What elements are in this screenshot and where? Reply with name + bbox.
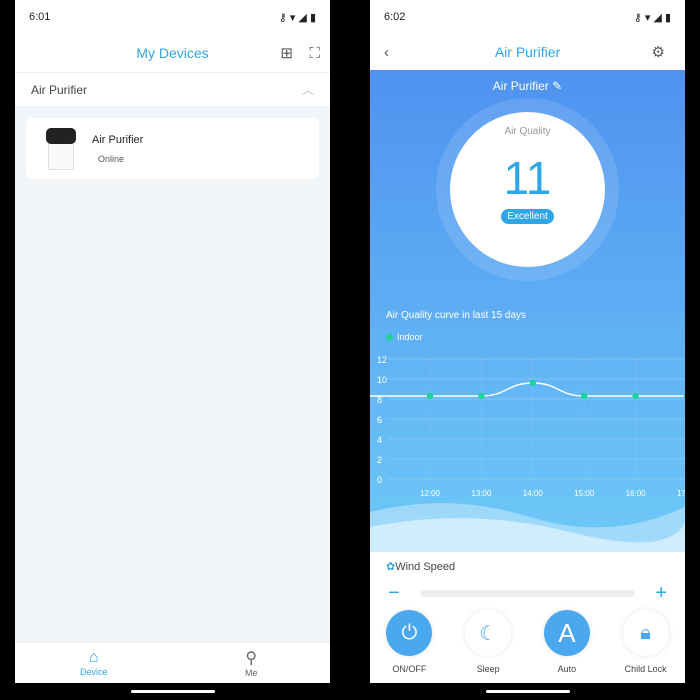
chevron-up-icon: ︿ xyxy=(301,83,314,97)
device-name: Air Purifier xyxy=(92,133,144,146)
legend: Indoor xyxy=(386,332,423,342)
data-point xyxy=(529,379,536,387)
wave-decoration xyxy=(370,503,685,552)
aq-chart: 02468101212:0013:0014:0015:0016:0017:00 xyxy=(370,355,685,498)
group-label: Air Purifier xyxy=(31,82,88,97)
y-tick-label: 12 xyxy=(377,355,387,365)
nav-label: Device xyxy=(79,667,108,677)
data-point xyxy=(426,392,434,400)
aq-badge: Excellent xyxy=(501,209,554,224)
back-icon[interactable]: ‹ xyxy=(384,44,389,61)
nav-me[interactable]: ⚲ Me xyxy=(173,643,331,683)
status-icons: ⚷ ▾ ◢ ▮ xyxy=(633,11,671,24)
y-tick-label: 4 xyxy=(377,435,382,445)
wind-speed-label: Wind Speed xyxy=(395,561,456,573)
legend-label: Indoor xyxy=(397,332,423,342)
aq-label: Air Quality xyxy=(504,126,551,137)
legend-dot xyxy=(386,333,393,341)
fan-icon: ✿ xyxy=(386,561,396,573)
add-device-icon[interactable]: ⊞ xyxy=(280,44,293,62)
power-icon: ⏻ xyxy=(386,610,433,656)
device-card[interactable]: Air Purifier Online xyxy=(26,118,319,179)
y-tick-label: 0 xyxy=(377,475,382,485)
status-icons: ⚷ ▾ ◢ ▮ xyxy=(278,11,316,24)
nav-label: Me xyxy=(244,668,258,678)
status-time: 6:02 xyxy=(384,11,406,23)
scan-icon[interactable]: ⛶ xyxy=(309,45,320,62)
home-indicator xyxy=(131,690,215,693)
child-lock-button[interactable]: 🔒︎ Child Lock xyxy=(611,610,681,674)
auto-icon: A xyxy=(543,610,590,656)
lock-icon: 🔒︎ xyxy=(622,610,669,656)
data-point xyxy=(632,392,639,400)
aq-value: 11 xyxy=(503,152,552,204)
control-label: ON/OFF xyxy=(392,664,427,674)
data-point xyxy=(683,393,685,399)
control-label: Sleep xyxy=(476,664,500,674)
air-purifier-screen: 6:02 ⚷ ▾ ◢ ▮ ‹ Air Purifier ⚙ Air Purifier … xyxy=(370,0,685,683)
onoff-button[interactable]: ⏻ ON/OFF xyxy=(374,610,444,674)
wind-speed-label-row: ✿Wind Speed xyxy=(386,560,455,573)
home-icon: ⌂ xyxy=(88,649,99,666)
my-devices-screen: 6:01 ⚷ ▾ ◢ ▮ My Devices ⊞ ⛶ Air Purifier ︿… xyxy=(15,0,330,683)
auto-button[interactable]: A Auto xyxy=(532,610,602,674)
person-icon: ⚲ xyxy=(245,650,258,667)
edit-icon: ✎ xyxy=(552,79,563,93)
data-point xyxy=(581,392,588,400)
page-title: Air Purifier xyxy=(494,44,561,60)
moon-icon: ☾ xyxy=(465,610,512,656)
control-label: Auto xyxy=(557,664,577,674)
chart-title: Air Quality curve in last 15 days xyxy=(386,310,527,321)
sleep-button[interactable]: ☾ Sleep xyxy=(453,610,523,674)
air-purifier-image xyxy=(46,127,76,170)
status-bar: 6:02 ⚷ ▾ ◢ ▮ xyxy=(370,0,685,34)
device-name: Air Purifier xyxy=(492,79,549,93)
group-header[interactable]: Air Purifier ︿ xyxy=(15,72,330,106)
device-name-row[interactable]: Air Purifier ✎ xyxy=(370,79,685,93)
y-tick-label: 10 xyxy=(377,375,387,385)
status-bar: 6:01 ⚷ ▾ ◢ ▮ xyxy=(15,0,330,34)
control-label: Child Lock xyxy=(624,664,667,674)
air-quality-gauge: Air Quality 11 Excellent xyxy=(450,112,605,267)
y-tick-label: 2 xyxy=(377,455,382,465)
decrease-button[interactable]: − xyxy=(388,582,400,605)
increase-button[interactable]: + xyxy=(655,582,667,605)
data-point xyxy=(478,392,485,400)
wind-speed-slider[interactable] xyxy=(419,590,636,597)
status-time: 6:01 xyxy=(29,11,51,23)
home-indicator xyxy=(486,690,570,693)
device-status: Online xyxy=(98,153,125,164)
page-title: My Devices xyxy=(136,45,209,61)
nav-device[interactable]: ⌂ Device xyxy=(15,643,173,683)
y-tick-label: 6 xyxy=(377,415,382,425)
settings-icon[interactable]: ⚙ xyxy=(652,43,665,61)
